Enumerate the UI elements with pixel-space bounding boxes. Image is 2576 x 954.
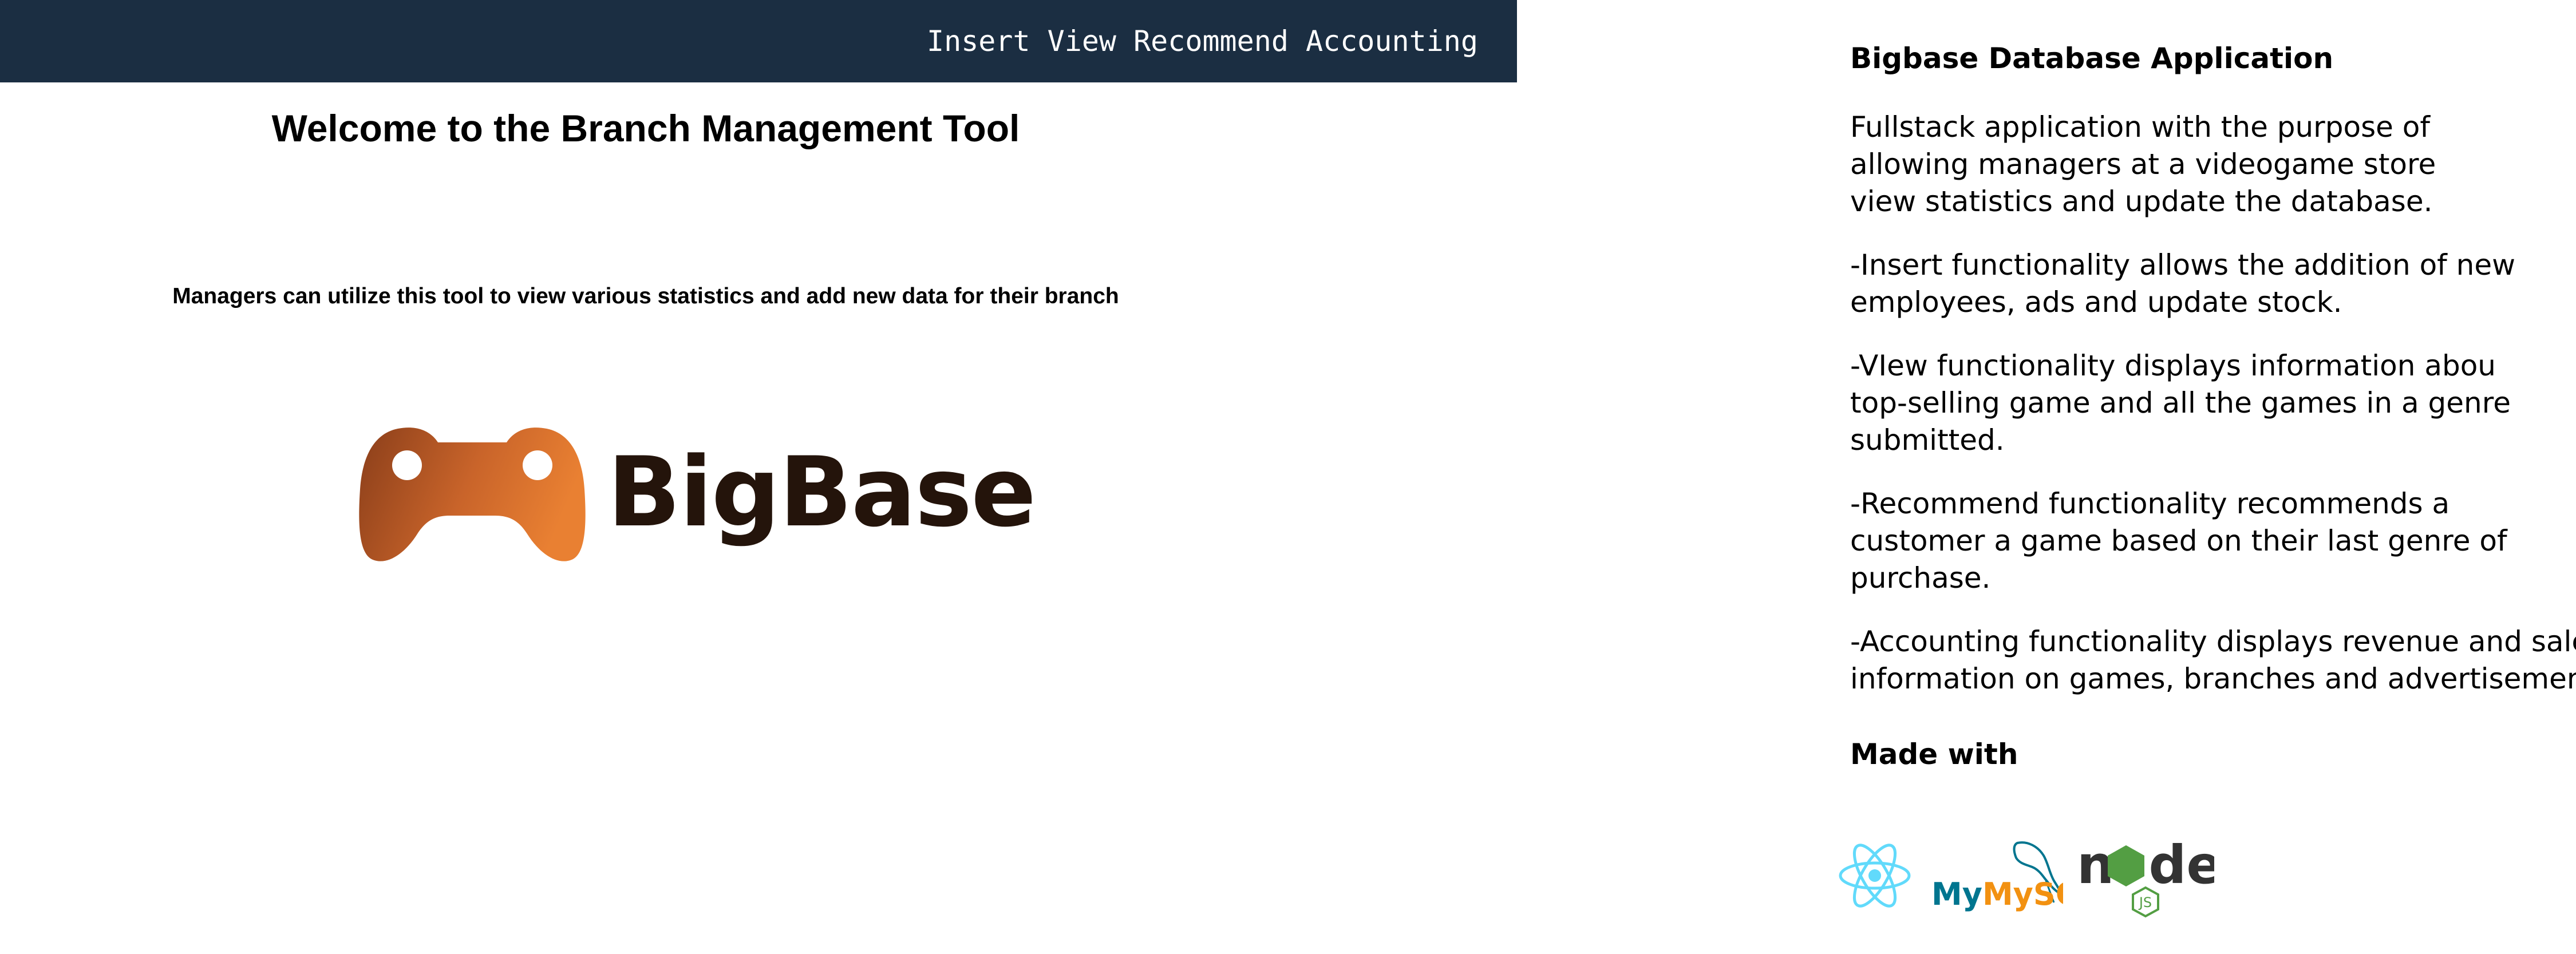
page-subtitle: Managers can utilize this tool to view v… (172, 284, 1119, 308)
gamepad-icon (359, 427, 586, 561)
js-badge-icon: JS (2138, 894, 2152, 911)
recommend-feature-description: -Recommend functionality recommends a cu… (1850, 487, 2507, 595)
top-navbar: Insert View Recommend Accounting (0, 0, 1517, 82)
bigbase-logo: BigBase (358, 415, 1036, 569)
brand-wordmark: BigBase (607, 436, 1036, 548)
insert-feature-description: -Insert functionality allows the additio… (1850, 248, 2516, 319)
description-title: Bigbase Database Application (1850, 42, 2334, 75)
nav-link-view[interactable]: View (1048, 25, 1116, 58)
nav-link-insert[interactable]: Insert (927, 25, 1030, 58)
accounting-feature-description: -Accounting functionality displays reven… (1850, 625, 2576, 695)
nav-link-recommend[interactable]: Recommend (1133, 25, 1289, 58)
page-title: Welcome to the Branch Management Tool (271, 107, 1020, 149)
description-intro: Fullstack application with the purpose o… (1850, 110, 2436, 218)
view-feature-description: -VIew functionality displays information… (1850, 349, 2511, 457)
tech-stack-logos: MyMySQL nde JS (1838, 830, 2214, 921)
mysql-logo: MyMySQL (1931, 841, 2063, 912)
mysql-wordmark: MyMySQL (1931, 876, 2063, 912)
made-with-title: Made with (1850, 738, 2018, 771)
app-screenshot: Insert View Recommend Accounting Welcome… (0, 0, 1517, 954)
description-panel: Bigbase Database Application Fullstack a… (1850, 34, 2576, 774)
react-icon (1839, 844, 1911, 908)
nav-link-accounting[interactable]: Accounting (1306, 25, 1478, 58)
nodejs-logo: n de JS (2077, 834, 2214, 918)
